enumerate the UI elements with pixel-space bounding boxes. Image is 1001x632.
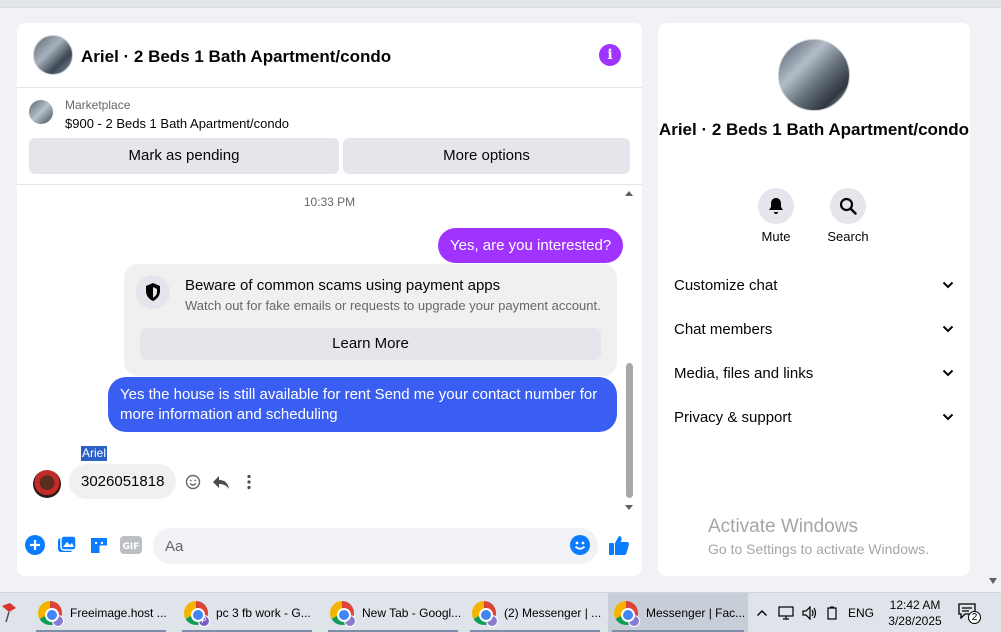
- listing-title[interactable]: $900 - 2 Beds 1 Bath Apartment/condo: [65, 116, 289, 131]
- network-icon[interactable]: [778, 606, 794, 620]
- chrome-icon: [330, 601, 356, 627]
- chevron-down-icon: [942, 281, 954, 289]
- scrollbar-thumb[interactable]: [626, 363, 633, 498]
- more-actions-icon[interactable]: [239, 472, 259, 492]
- taskbar-app-label: (2) Messenger | ...: [504, 606, 602, 620]
- section-label: Media, files and links: [674, 364, 814, 382]
- profile-avatar[interactable]: [778, 39, 850, 111]
- chevron-down-icon: [942, 413, 954, 421]
- more-options-button[interactable]: More options: [343, 138, 630, 174]
- chat-panel: Ariel · 2 Beds 1 Bath Apartment/condo i …: [17, 23, 642, 576]
- section-label: Chat members: [674, 320, 773, 338]
- page-scroll-down-icon[interactable]: [989, 578, 997, 584]
- notification-count: 2: [968, 611, 981, 624]
- chrome-icon: [614, 601, 640, 627]
- taskbar-app-messenger-2[interactable]: (2) Messenger | ...: [466, 593, 604, 632]
- section-label: Privacy & support: [674, 408, 792, 426]
- details-title: Ariel · 2 Beds 1 Bath Apartment/condo: [658, 120, 970, 139]
- section-privacy-support[interactable]: Privacy & support: [658, 397, 970, 437]
- scam-warning-text: Watch out for fake emails or requests to…: [185, 298, 601, 313]
- scam-warning-card: Beware of common scams using payment app…: [124, 264, 617, 376]
- emoji-icon[interactable]: [569, 534, 591, 556]
- incoming-message[interactable]: 3026051818: [69, 464, 177, 499]
- language-indicator[interactable]: ENG: [848, 606, 874, 620]
- message-timestamp: 10:33 PM: [303, 195, 356, 209]
- taskbar-app-label: pc 3 fb work - G...: [216, 606, 311, 620]
- browser-top-strip: [0, 0, 1001, 8]
- notification-icon[interactable]: 2: [958, 603, 981, 624]
- outgoing-message[interactable]: Yes, are you interested?: [438, 228, 624, 263]
- chrome-icon: P: [184, 601, 210, 627]
- mark-as-pending-button[interactable]: Mark as pending: [29, 138, 339, 174]
- chat-scrollbar[interactable]: [623, 191, 635, 513]
- gif-icon[interactable]: GIF: [120, 534, 142, 556]
- taskbar-app-messenger-active[interactable]: Messenger | Fac...: [608, 593, 748, 632]
- chevron-down-icon: [942, 325, 954, 333]
- chevron-down-icon: [942, 369, 954, 377]
- show-hidden-icons-chevron-icon[interactable]: [756, 609, 768, 617]
- search-label: Search: [827, 229, 869, 244]
- profile-badge: [344, 615, 356, 627]
- chrome-icon: [472, 601, 498, 627]
- photo-icon[interactable]: [56, 534, 78, 556]
- pinned-app-icon[interactable]: [0, 593, 24, 632]
- profile-badge: [52, 615, 64, 627]
- watermark-subtitle: Go to Settings to activate Windows.: [708, 541, 929, 557]
- taskbar-clock[interactable]: 12:42 AM 3/28/2025: [872, 597, 958, 629]
- section-media-files-links[interactable]: Media, files and links: [658, 353, 970, 393]
- notification-center[interactable]: 2: [958, 593, 981, 632]
- add-icon[interactable]: [24, 534, 46, 556]
- profile-badge: [628, 615, 640, 627]
- sender-avatar[interactable]: [33, 470, 61, 498]
- conversation-details-panel: Ariel · 2 Beds 1 Bath Apartment/condo Mu…: [658, 23, 970, 576]
- clock-time: 12:42 AM: [889, 598, 941, 612]
- clock-date: 3/28/2025: [888, 614, 942, 628]
- section-chat-members[interactable]: Chat members: [658, 309, 970, 349]
- chrome-icon: [38, 601, 64, 627]
- like-thumb-icon[interactable]: [608, 534, 630, 556]
- chat-header: Ariel · 2 Beds 1 Bath Apartment/condo i: [17, 23, 642, 88]
- profile-badge: [486, 615, 498, 627]
- battery-icon[interactable]: [826, 606, 838, 620]
- message-input[interactable]: [153, 528, 598, 564]
- taskbar-app-label: New Tab - Googl...: [362, 606, 462, 620]
- activate-windows-watermark: Activate Windows Go to Settings to activ…: [708, 516, 929, 557]
- divider: [17, 184, 642, 185]
- taskbar-app-pc3[interactable]: P pc 3 fb work - G...: [178, 593, 316, 632]
- conversation-avatar[interactable]: [33, 35, 73, 75]
- conversation-title[interactable]: Ariel · 2 Beds 1 Bath Apartment/condo: [81, 47, 391, 67]
- scam-warning-title: Beware of common scams using payment app…: [185, 277, 501, 294]
- react-icon[interactable]: [183, 472, 203, 492]
- profile-badge: P: [198, 615, 210, 627]
- sticker-icon[interactable]: [88, 534, 110, 556]
- scroll-down-arrow-icon[interactable]: [625, 505, 633, 510]
- info-icon[interactable]: i: [599, 44, 621, 66]
- taskbar-app-label: Messenger | Fac...: [646, 606, 746, 620]
- sender-name: Ariel: [81, 446, 108, 461]
- volume-icon[interactable]: [802, 606, 818, 620]
- svg-text:GIF: GIF: [123, 542, 140, 552]
- mute-button[interactable]: [758, 188, 794, 224]
- search-button[interactable]: [830, 188, 866, 224]
- listing-thumbnail[interactable]: [29, 100, 53, 124]
- section-customize-chat[interactable]: Customize chat: [658, 265, 970, 305]
- windows-taskbar: Freeimage.host ... P pc 3 fb work - G...…: [0, 592, 1001, 632]
- taskbar-app-newtab[interactable]: New Tab - Googl...: [324, 593, 462, 632]
- outgoing-message[interactable]: Yes the house is still available for ren…: [108, 377, 617, 432]
- learn-more-button[interactable]: Learn More: [140, 328, 601, 360]
- watermark-title: Activate Windows: [708, 516, 858, 537]
- taskbar-app-label: Freeimage.host ...: [70, 606, 167, 620]
- reply-icon[interactable]: [211, 472, 231, 492]
- scroll-up-arrow-icon[interactable]: [625, 191, 633, 196]
- taskbar-app-freeimage[interactable]: Freeimage.host ...: [32, 593, 170, 632]
- section-label: Customize chat: [674, 276, 778, 294]
- marketplace-label: Marketplace: [65, 98, 131, 112]
- mute-label: Mute: [761, 229, 791, 244]
- shield-icon: [136, 275, 170, 309]
- system-tray: ENG: [756, 593, 874, 632]
